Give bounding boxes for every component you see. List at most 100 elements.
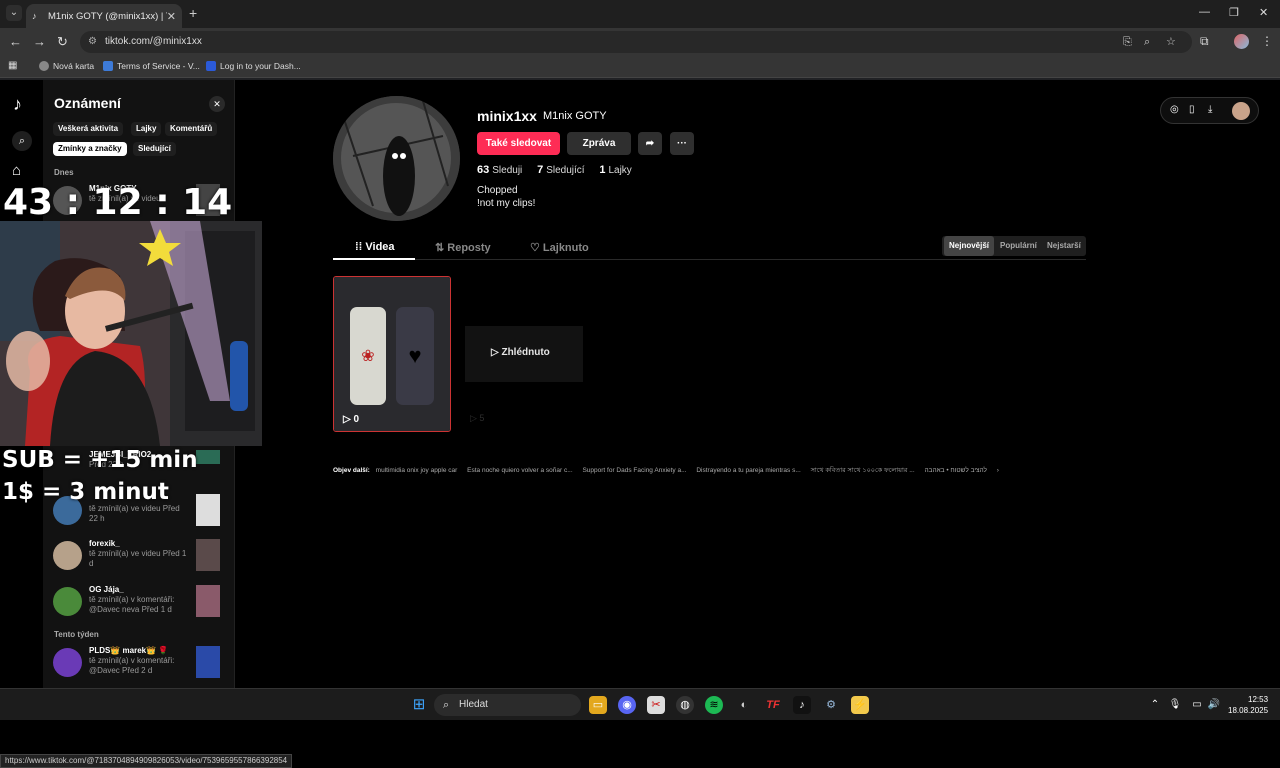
menu-icon[interactable]: ⋮ [1261,34,1273,48]
profile-stats: 63 Sleduji 7 Sledující 1 Lajky [477,164,644,176]
chip-followers[interactable]: Sledující [133,142,176,156]
download-icon[interactable]: ⤓ [1208,104,1212,115]
windows-start-icon[interactable]: ⊞ [410,696,428,714]
bookmark-dashboard[interactable]: Log in to your Dash... [206,61,301,71]
tiktok-page: ♪ ⌕ ⌂ Oznámení ✕ Veškerá aktivita Lajky … [0,80,1280,768]
sort-popular[interactable]: Populární [995,236,1042,256]
list-item[interactable]: forexik_ tě zmínil(a) ve videu Před 1 d [53,539,223,575]
notification-text: tě zmínil(a) v komentáři: @Davec Před 2 … [89,656,175,675]
forward-icon[interactable]: → [33,34,46,49]
video-thumbnail[interactable] [196,450,220,464]
site-info-icon[interactable]: ⚙ [88,31,97,53]
tab-liked[interactable]: ♡ Lajknuto [530,241,589,254]
sort-segment: Nejnovější Populární Nejstarší [942,236,1086,256]
bio-line-2: !not my clips! [477,198,536,209]
restore-button[interactable]: ❐ [1229,6,1239,19]
file-explorer-icon[interactable]: ▭ [589,696,607,714]
webcam-overlay [0,221,262,446]
close-icon[interactable]: ✕ [209,96,225,112]
minimize-button[interactable]: — [1199,6,1210,18]
chip-comments[interactable]: Komentářů [165,122,218,136]
phone-icon[interactable]: ▯ [1189,104,1195,115]
clock-date: 18.08.2025 [1228,706,1269,715]
system-clock[interactable]: 12:53 18.08.2025 [1228,694,1268,716]
video-thumbnail[interactable] [196,494,220,526]
avatar [53,541,82,570]
extensions-icon[interactable]: ⧉ [1200,34,1209,49]
volume-icon[interactable]: 🔊 [1205,696,1223,714]
sort-oldest[interactable]: Nejstarší [1042,236,1086,256]
tab-reposts[interactable]: ⇅ Reposty [435,241,491,254]
message-button[interactable]: Zpráva [567,132,631,155]
avatar [53,648,82,677]
follow-back-button[interactable]: Také sledovat [477,132,560,155]
profile-avatar-large[interactable] [333,96,460,221]
tab-search-button[interactable]: ⌄ [6,5,22,21]
obs-icon[interactable]: ◐ [735,696,753,714]
list-item[interactable]: PLDS👑 marek👑 🌹 tě zmínil(a) v komentáři:… [53,646,223,682]
chip-likes[interactable]: Lajky [131,122,162,136]
chip-all-activity[interactable]: Veškerá aktivita [53,122,124,136]
explore-link[interactable]: সাথে কবিতার সাথে ১০০কে ফলোয়ার ... [811,467,915,474]
tab-strip: ⌄ ♪ M1nix GOTY (@minix1xx) | TikTok ✕ + … [0,0,1280,28]
spotify-icon[interactable]: ≋ [705,696,723,714]
chip-mentions[interactable]: Zmínky a značky [53,142,127,156]
notification-name: OG Jája_ [89,585,124,594]
chevron-right-icon[interactable]: › [997,467,999,474]
close-tab-icon[interactable]: ✕ [167,10,176,23]
search-icon[interactable]: ⌕ [12,131,32,151]
home-icon[interactable]: ⌂ [12,162,21,179]
explore-link[interactable]: Support for Dads Facing Anxiety a... [582,467,686,474]
bookmark-new-tab[interactable]: Nová karta [39,61,94,71]
explore-link[interactable]: multimidia onix joy apple car [376,467,458,474]
video-thumbnail[interactable] [196,646,220,678]
chevron-up-icon[interactable]: ⌃ [1146,696,1164,714]
explore-link[interactable]: Distrayendo a tu pareja mientras s... [696,467,800,474]
microphone-icon[interactable]: 🎙 [1166,696,1184,714]
apps-grid-icon[interactable]: ▦ [8,60,17,71]
app-icon[interactable]: ⚡ [851,696,869,714]
reload-icon[interactable]: ↻ [57,34,68,50]
profile-avatar[interactable] [1234,34,1249,49]
share-icon[interactable]: ➦ [638,132,662,155]
video-thumbnail[interactable] [196,585,220,617]
address-bar[interactable]: ⚙ tiktok.com/@minix1xx ⎘ ⌕ ☆ [80,31,1192,53]
video-card[interactable]: ▷ Zhlédnuto ▷ 5 [465,276,583,432]
clock-time: 12:53 [1248,695,1269,704]
back-icon[interactable]: ← [9,34,22,49]
avatar[interactable] [1232,102,1250,120]
steam-icon[interactable]: ⚙ [822,696,840,714]
view-count: ▷ 0 [343,414,360,425]
dollar-rule-text: 1$ = 3 minut [2,479,169,505]
active-tab[interactable]: ♪ M1nix GOTY (@minix1xx) | TikTok ✕ [26,4,182,28]
followers-stat[interactable]: 7 Sledující [537,164,584,176]
bookmark-star-icon[interactable]: ☆ [1166,31,1176,53]
tiktok-icon[interactable]: ♪ [793,696,811,714]
bookmark-terms[interactable]: Terms of Service - V... [103,61,200,71]
explore-link[interactable]: להציב לשטוח • באהבה [924,467,987,474]
new-tab-button[interactable]: + [189,5,197,21]
compass-icon[interactable]: ◎ [1170,104,1179,115]
explore-link[interactable]: Esta noche quiero volver a soñar c... [467,467,573,474]
video-thumbnail[interactable] [196,539,220,571]
v-logo-icon [103,61,113,71]
network-icon[interactable]: ▭ [1188,696,1206,714]
video-card[interactable]: ❀ ♥ ▷ 0 [333,276,451,432]
discord-icon[interactable]: ◉ [618,696,636,714]
install-app-icon[interactable]: ⎘ [1123,31,1132,53]
tiktok-logo-icon[interactable]: ♪ [13,94,22,115]
sort-newest[interactable]: Nejnovější [944,236,995,256]
close-window-button[interactable]: ✕ [1259,6,1268,19]
more-options-icon[interactable]: ··· [670,132,694,155]
following-stat[interactable]: 63 Sleduji [477,164,522,176]
tab-videos[interactable]: ⁞⁞ Videa [355,241,395,253]
list-item[interactable]: OG Jája_ tě zmínil(a) v komentáři: @Dave… [53,585,223,621]
profile-avatar-image [333,96,460,221]
video-thumbnail: ❀ ♥ [334,277,450,431]
taskbar-search[interactable]: ⌕ Hledat [434,694,581,716]
chrome-icon[interactable]: ◍ [676,696,694,714]
snipping-tool-icon[interactable]: ✂ [647,696,665,714]
zoom-icon[interactable]: ⌕ [1144,31,1150,53]
explore-label: Objev další: [333,467,370,474]
tf-app-icon[interactable]: TF [764,696,782,714]
